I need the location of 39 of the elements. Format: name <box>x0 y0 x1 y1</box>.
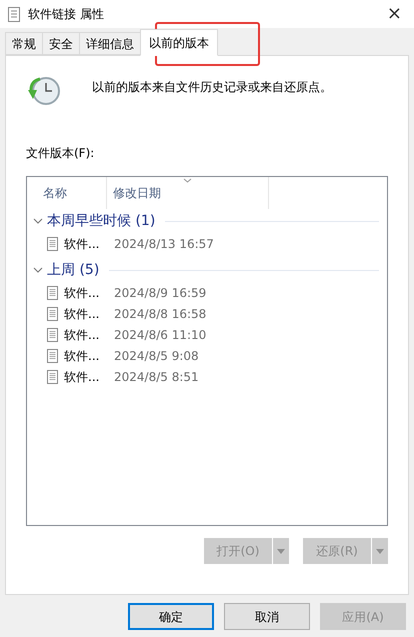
document-icon <box>47 286 58 300</box>
chevron-icon[interactable] <box>33 265 43 275</box>
list-label: 文件版本(F): <box>26 145 96 162</box>
caret-icon <box>277 548 285 554</box>
caret-icon <box>376 548 384 554</box>
file-name[interactable]: 软件... <box>64 234 110 252</box>
modified-date: 2024/8/6 11:10 <box>114 326 206 344</box>
ok-button[interactable]: 确定 <box>128 603 214 630</box>
document-icon <box>8 6 20 22</box>
document-icon <box>47 370 58 384</box>
file-name[interactable]: 软件... <box>64 326 110 344</box>
group-header[interactable]: 本周早些时候 (1) <box>47 210 156 232</box>
sort-caret-icon <box>183 178 192 183</box>
modified-date: 2024/8/5 9:08 <box>114 348 199 364</box>
cancel-button[interactable]: 取消 <box>224 603 310 630</box>
file-name[interactable]: 软件... <box>64 284 110 302</box>
window-title: 软件链接 属性 <box>28 6 104 23</box>
document-icon <box>47 348 58 362</box>
group-header[interactable]: 上周 (5) <box>47 260 100 280</box>
modified-date: 2024/8/9 16:59 <box>114 284 206 302</box>
chevron-icon[interactable] <box>33 216 43 226</box>
document-icon <box>47 306 58 320</box>
document-icon <box>47 236 58 250</box>
modified-date: 2024/8/13 16:57 <box>114 236 214 252</box>
modified-date: 2024/8/8 16:58 <box>114 306 206 322</box>
close-button[interactable]: × <box>382 5 406 23</box>
tab[interactable]: 以前的版本 <box>140 29 218 56</box>
tab[interactable]: 安全 <box>42 32 79 55</box>
document-icon <box>47 328 58 342</box>
file-name[interactable]: 软件... <box>64 346 110 364</box>
file-name[interactable]: 软件... <box>64 304 110 322</box>
tab[interactable]: 详细信息 <box>79 32 140 55</box>
file-name[interactable]: 软件... <box>64 368 110 386</box>
clock-restore-icon <box>26 74 62 108</box>
column-header[interactable]: 修改日期 <box>107 177 269 209</box>
column-header[interactable]: 名称 <box>27 177 107 209</box>
description-text: 以前的版本来自文件历史记录或来自还原点。 <box>92 79 332 96</box>
tab[interactable]: 常规 <box>5 32 42 55</box>
modified-date: 2024/8/5 8:51 <box>114 368 199 386</box>
